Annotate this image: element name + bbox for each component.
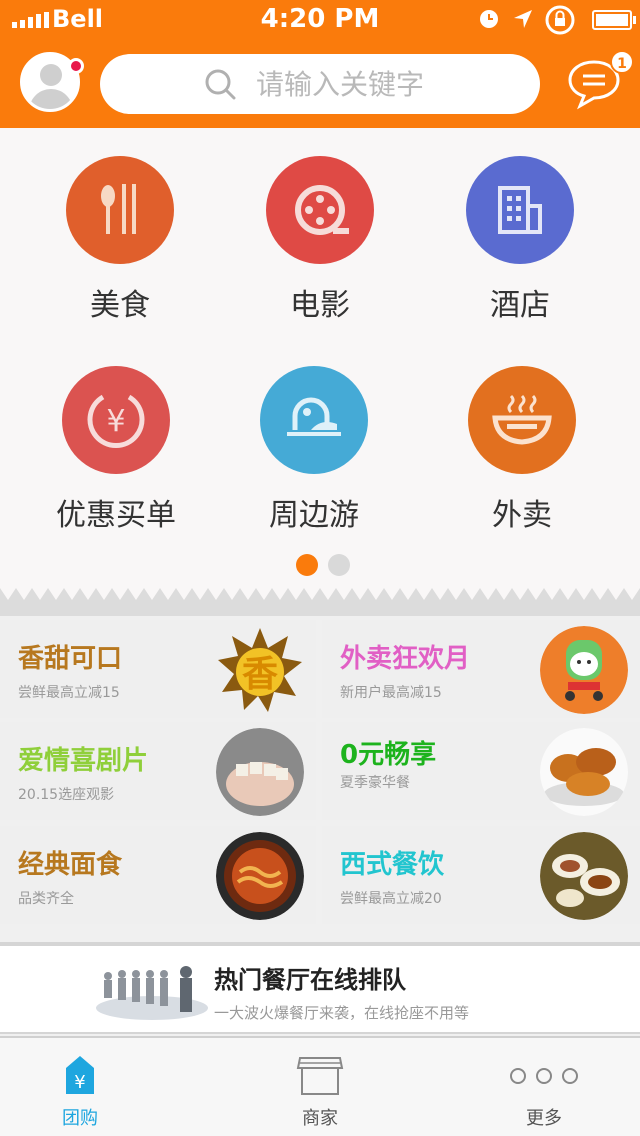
promo-card-1[interactable]: 香甜可口 尝鲜最高立减15 香 [0,620,316,718]
category-travel[interactable]: 周边游 [214,366,414,534]
noodle-bowl-image [216,832,304,920]
message-badge: 1 [610,50,634,74]
love-hands-image [216,728,304,816]
promo-title: 经典面食 [18,850,123,880]
promo-title: 0元畅享 [340,740,437,770]
svg-text:¥: ¥ [106,404,125,439]
page-indicator[interactable] [296,554,350,576]
category-label: 外卖 [492,498,552,533]
tab-label: 商家 [302,1108,338,1129]
category-label: 优惠买单 [56,498,176,533]
storefront-icon [296,1057,344,1095]
building-icon [466,156,574,264]
tab-more[interactable]: 更多 [464,1038,624,1136]
alarm-icon [480,10,498,28]
search-input[interactable] [256,64,516,104]
category-label: 美食 [90,288,150,323]
promo-card-5[interactable]: 经典面食 品类齐全 [0,826,316,924]
promo-title: 爱情喜剧片 [18,746,149,776]
promo-card-4[interactable]: 0元畅享 夏季豪华餐 [322,722,640,820]
bowl-icon [468,366,576,474]
top-header: Bell 4:20 PM 1 [0,0,640,128]
film-reel-icon [266,156,374,264]
tab-label: 更多 [526,1108,562,1129]
promo-subtitle: 夏季豪华餐 [340,775,410,791]
notification-dot [68,58,84,74]
promo-subtitle: 尝鲜最高立减15 [18,685,120,701]
promo-subtitle: 20.15选座观影 [18,787,115,803]
western-dining-image [540,832,628,920]
page-dot-1[interactable] [296,554,318,576]
tab-group-buy[interactable]: ¥ 团购 [0,1038,160,1136]
promo-subtitle: 尝鲜最高立减20 [340,891,442,907]
location-icon [514,10,532,28]
category-takeout[interactable]: 外卖 [422,366,622,534]
category-discount[interactable]: ¥ 优惠买单 [16,366,216,534]
queue-title: 热门餐厅在线排队 [214,966,406,994]
category-hotel[interactable]: 酒店 [420,156,620,324]
more-dots-icon [510,1068,578,1084]
category-label: 电影 [290,288,350,323]
bottom-tab-bar: ¥ 团购 商家 更多 [0,1036,640,1136]
tab-merchants[interactable]: 商家 [240,1038,400,1136]
category-food[interactable]: 美食 [20,156,220,324]
rotation-lock-icon [545,5,575,35]
promo-title: 香甜可口 [18,644,123,674]
search-bar[interactable] [100,54,540,114]
tab-label: 团购 [62,1108,98,1129]
search-icon [205,69,236,100]
promo-card-6[interactable]: 西式餐饮 尝鲜最高立减20 [322,826,640,924]
promo-subtitle: 新用户最高减15 [340,685,442,701]
category-movie[interactable]: 电影 [220,156,420,324]
battery-icon [592,10,632,30]
mascot-image [540,626,628,714]
zigzag-divider [0,582,640,616]
yen-tag-icon: ¥ [66,1056,94,1094]
promo-title: 西式餐饮 [340,850,445,880]
queue-banner[interactable]: 热门餐厅在线排队 一大波火爆餐厅来袭，在线抢座不用等 [0,942,640,1034]
fragrant-badge-image: 香 [218,628,302,712]
fried-chicken-image [540,728,628,816]
category-label: 酒店 [490,288,550,323]
svg-text:香: 香 [242,654,278,695]
fork-spoon-icon [66,156,174,264]
queue-people-image [96,966,208,1020]
promo-card-3[interactable]: 爱情喜剧片 20.15选座观影 [0,722,316,820]
yen-coin-icon: ¥ [62,366,170,474]
status-bar: Bell 4:20 PM [0,0,640,40]
svg-text:¥: ¥ [74,1072,85,1093]
promo-subtitle: 品类齐全 [18,891,74,907]
category-grid: 美食 电影 酒店 ¥ 优惠买单 周边游 外卖 [0,128,640,590]
category-label: 周边游 [269,498,359,533]
promo-card-2[interactable]: 外卖狂欢月 新用户最高减15 [322,620,640,718]
promo-title: 外卖狂欢月 [340,644,471,674]
travel-dome-icon [260,366,368,474]
page-dot-2[interactable] [328,554,350,576]
queue-subtitle: 一大波火爆餐厅来袭，在线抢座不用等 [214,1004,470,1022]
